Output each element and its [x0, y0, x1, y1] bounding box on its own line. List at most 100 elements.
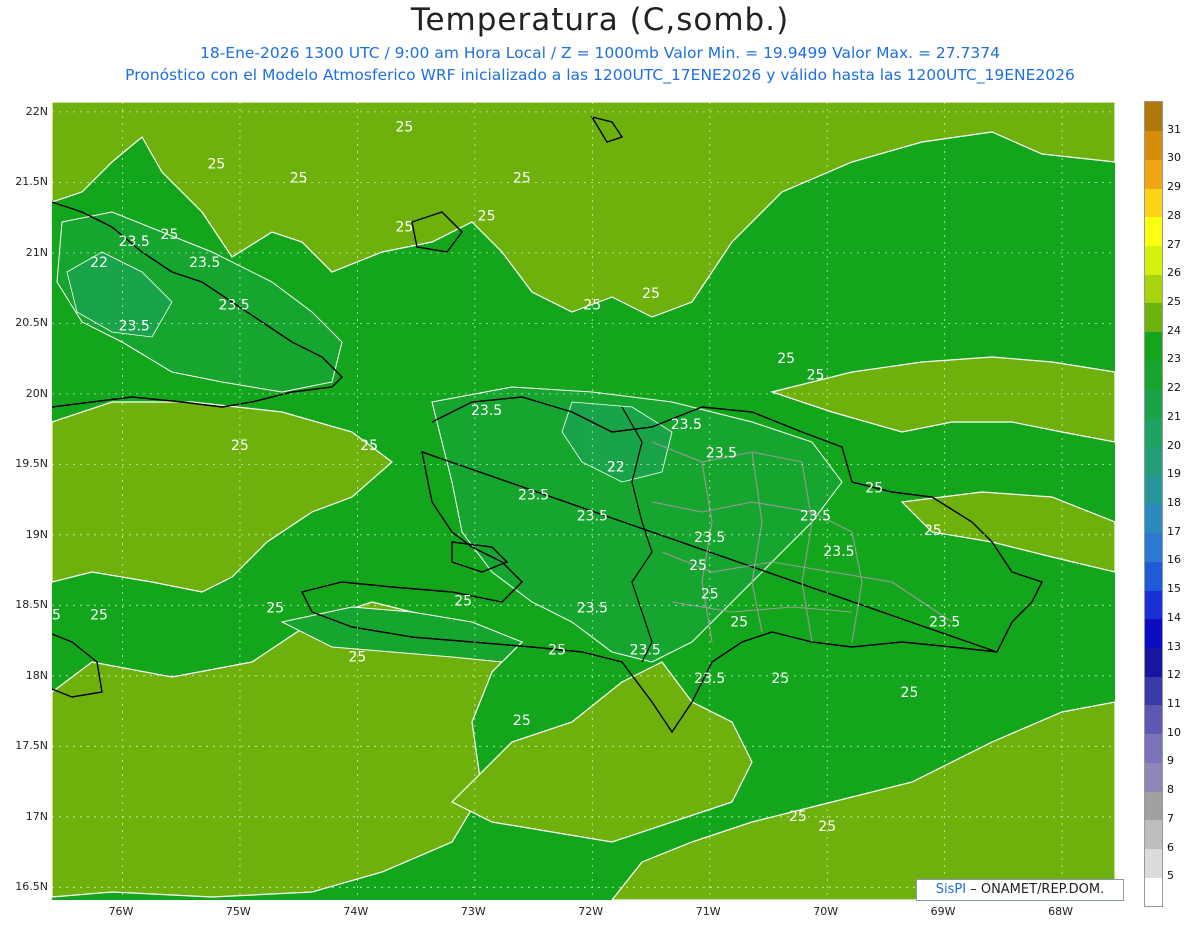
colorbar-level-label: 20 [1167, 438, 1181, 452]
contour-label: 25 [231, 438, 249, 454]
colorbar-level-label: 16 [1167, 553, 1181, 567]
colorbar-swatch [1145, 446, 1162, 476]
contour-label: 25 [454, 593, 472, 609]
colorbar-swatch [1145, 130, 1162, 160]
latitude-tick-label: 17N [25, 809, 48, 823]
contour-label: 23.5 [119, 234, 150, 250]
colorbar-swatch [1145, 647, 1162, 677]
latitude-tick-label: 19N [25, 527, 48, 541]
colorbar-level-label: 11 [1167, 697, 1181, 710]
colorbar-swatch [1145, 561, 1162, 591]
colorbar-swatch [1145, 877, 1162, 907]
contour-label: 23.5 [823, 544, 854, 560]
valid-time-line: 18-Ene-2026 1300 UTC / 9:00 am Hora Loca… [199, 44, 1000, 62]
contour-label: 25 [548, 643, 566, 659]
onamet-credit: – ONAMET/REP.DOM. [970, 882, 1105, 897]
latitude-tick-label: 20.5N [15, 316, 48, 330]
contour-label: 23.5 [929, 614, 960, 630]
colorbar-swatch [1145, 360, 1162, 390]
colorbar-level-label: 30 [1167, 151, 1181, 165]
contour-label: 23.5 [518, 488, 549, 504]
contour-label: 22 [607, 459, 625, 475]
colorbar-level-label: 5 [1167, 869, 1174, 883]
contour-label: 25 [395, 120, 413, 136]
colorbar-swatch [1145, 676, 1162, 706]
temperature-map: 25 25 25 25 25 25 25 25 25 25 25 25 25 25 25 25 25 25 25 25… [52, 102, 1115, 900]
contour-label: 25 [478, 208, 496, 224]
contour-label: 25 [771, 671, 789, 687]
colorbar-swatch [1145, 532, 1162, 562]
colorbar-level-label: 25 [1167, 295, 1181, 308]
contour-label: 25 [730, 614, 748, 630]
colorbar-level-label: 26 [1167, 266, 1181, 280]
colorbar-level-label: 18 [1167, 496, 1181, 509]
credit-box: SisPI – ONAMET/REP.DOM. [916, 879, 1124, 901]
latitude-tick-label: 22N [25, 104, 48, 118]
colorbar-swatch [1145, 791, 1162, 821]
latitude-tick-label: 21N [25, 245, 48, 259]
longitude-tick-label: 71W [695, 905, 721, 918]
map-canvas: 25 25 25 25 25 25 25 25 25 25 25 25 25 25 25 25 25 25 25 25… [52, 102, 1115, 900]
colorbar-level-label: 15 [1167, 582, 1181, 596]
contour-label: 25 [924, 523, 942, 539]
contour-label: 25 [161, 227, 179, 243]
colorbar-level-label: 28 [1167, 208, 1181, 222]
contour-label: 22 [90, 255, 108, 271]
latitude-tick-label: 17.5N [15, 739, 48, 753]
colorbar-level-label: 27 [1167, 237, 1181, 251]
colorbar-level-label: 31 [1167, 122, 1181, 136]
colorbar-swatch [1145, 188, 1162, 218]
colorbar-level-label: 7 [1167, 811, 1174, 825]
colorbar-swatch [1145, 475, 1162, 505]
colorbar-swatch [1145, 245, 1162, 275]
latitude-tick-label: 20N [25, 386, 48, 400]
latitude-tick-label: 21.5N [15, 175, 48, 189]
colorbar-swatch [1145, 762, 1162, 792]
contour-label: 23.5 [630, 643, 661, 659]
contour-label: 25 [266, 600, 284, 616]
contour-label: 23.5 [218, 297, 249, 313]
latitude-tick-label: 18.5N [15, 598, 48, 612]
map-title: Temperatura (C,somb.) [410, 2, 790, 38]
colorbar-swatch [1145, 504, 1162, 534]
contour-label: 23.5 [694, 530, 725, 546]
longitude-tick-label: 70W [813, 905, 839, 918]
colorbar-swatch [1145, 848, 1162, 878]
contour-label: 25 [52, 607, 61, 623]
contour-label: 25 [513, 713, 531, 729]
colorbar-level-label: 23 [1167, 352, 1181, 366]
longitude-tick-label: 76W [108, 905, 134, 918]
colorbar-swatch [1145, 331, 1162, 361]
contour-label: 25 [642, 286, 660, 302]
contour-label: 25 [901, 685, 919, 701]
colorbar-swatch [1145, 590, 1162, 620]
colorbar-level-label: 14 [1167, 610, 1181, 624]
contour-label: 25 [689, 558, 707, 574]
colorbar-level-label: 24 [1167, 323, 1181, 337]
contour-label: 23.5 [671, 417, 702, 433]
contour-label: 25 [290, 170, 308, 186]
contour-label: 23.5 [694, 671, 725, 687]
contour-label: 23.5 [119, 318, 150, 334]
contour-label: 23.5 [471, 403, 502, 419]
contour-label: 25 [789, 809, 807, 825]
colorbar-level-label: 29 [1167, 180, 1181, 194]
latitude-tick-label: 18N [25, 668, 48, 682]
colorbar-level-label: 10 [1167, 725, 1181, 739]
colorbar-swatch [1145, 389, 1162, 419]
contour-label: 25 [818, 819, 836, 835]
model-run-line: Pronóstico con el Modelo Atmosferico WRF… [125, 66, 1075, 84]
colorbar-swatch [1145, 159, 1162, 189]
colorbar-swatch [1145, 216, 1162, 247]
contour-label: 25 [777, 351, 795, 367]
colorbar-swatch [1145, 102, 1162, 132]
colorbar-level-label: 6 [1167, 840, 1174, 854]
colorbar-level-label: 8 [1167, 783, 1174, 797]
longitude-tick-label: 68W [1048, 905, 1074, 918]
colorbar [1144, 101, 1163, 907]
colorbar-level-label: 22 [1167, 381, 1181, 395]
contour-label: 23.5 [706, 445, 737, 461]
longitude-tick-label: 72W [578, 905, 604, 918]
colorbar-swatch [1145, 274, 1162, 304]
sispi-logo: SisPI [935, 882, 967, 897]
